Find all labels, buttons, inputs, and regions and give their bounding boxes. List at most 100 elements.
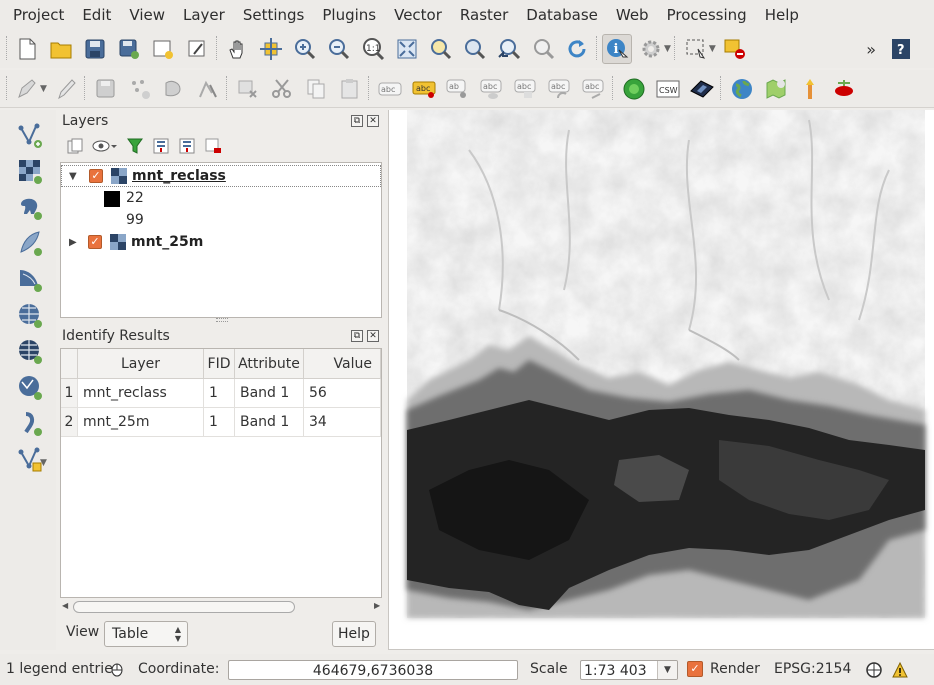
zoom-to-layer-button[interactable]	[460, 34, 490, 64]
remove-layer-button[interactable]	[202, 136, 224, 156]
pin-labels-button[interactable]: ab	[443, 74, 473, 104]
float-panel-icon[interactable]: ⧉	[351, 330, 363, 342]
new-project-button[interactable]	[12, 34, 42, 64]
scale-combobox[interactable]: 1:73 403 ▼	[580, 660, 678, 680]
zoom-full-button[interactable]	[392, 34, 422, 64]
geoprocessing-button[interactable]	[761, 74, 791, 104]
zoom-last-button[interactable]	[494, 34, 524, 64]
table-cell-layer[interactable]: mnt_25m	[78, 408, 204, 437]
float-panel-icon[interactable]: ⧉	[351, 115, 363, 127]
toolbar-handle[interactable]	[4, 76, 10, 102]
expand-all-button[interactable]	[150, 136, 172, 156]
table-cell-layer[interactable]: mnt_reclass	[78, 379, 204, 408]
crs-status-button[interactable]: EPSG:2154	[774, 654, 851, 685]
add-delimited-text-layer-button[interactable]	[14, 408, 46, 440]
column-header-fid[interactable]: FID	[204, 349, 235, 379]
help-button[interactable]: Help	[332, 621, 376, 647]
layer-item-mnt-25m[interactable]: ▶ ✓ mnt_25m	[61, 232, 381, 254]
scroll-left-icon[interactable]: ◀	[62, 601, 68, 610]
crs-globe-icon[interactable]	[865, 661, 883, 679]
toolbar-handle[interactable]	[4, 36, 10, 62]
select-features-button[interactable]	[681, 34, 711, 64]
delete-selected-button[interactable]	[233, 74, 263, 104]
add-postgis-layer-button[interactable]	[14, 192, 46, 224]
cut-features-button[interactable]	[267, 74, 297, 104]
panel-splitter[interactable]	[216, 318, 228, 322]
composer-manager-button[interactable]	[182, 34, 212, 64]
open-project-button[interactable]	[46, 34, 76, 64]
zoom-native-button[interactable]: 1:1	[358, 34, 388, 64]
manage-visibility-button[interactable]	[90, 136, 120, 156]
menu-view[interactable]: View	[120, 0, 174, 30]
paste-features-button[interactable]	[335, 74, 365, 104]
close-icon[interactable]: ✕	[367, 330, 379, 342]
column-header-value[interactable]: Value	[304, 349, 381, 379]
table-cell-attribute[interactable]: Band 1	[235, 408, 304, 437]
move-label-button[interactable]: abc	[511, 74, 541, 104]
toggle-extents-icon[interactable]	[108, 660, 126, 678]
menu-layer[interactable]: Layer	[174, 0, 234, 30]
deselect-all-button[interactable]	[720, 34, 750, 64]
pan-to-selection-button[interactable]	[256, 34, 286, 64]
toggle-editing-button[interactable]	[51, 74, 81, 104]
add-spatialite-layer-button[interactable]	[14, 228, 46, 260]
add-vector-layer-button[interactable]	[14, 120, 46, 152]
add-raster-layer-button[interactable]	[14, 156, 46, 188]
add-wcs-layer-button[interactable]	[14, 336, 46, 368]
table-cell-attribute[interactable]: Band 1	[235, 379, 304, 408]
menu-settings[interactable]: Settings	[234, 0, 314, 30]
whats-this-button[interactable]: ?	[886, 34, 916, 64]
chevron-down-icon[interactable]: ▼	[40, 458, 47, 468]
layer-visibility-checkbox[interactable]: ✓	[89, 169, 103, 183]
table-cell-fid[interactable]: 1	[204, 408, 235, 437]
plugin-tool-button[interactable]	[829, 74, 859, 104]
column-header-attribute[interactable]: Attribute	[235, 349, 304, 379]
plugin-device-button[interactable]	[687, 74, 717, 104]
toolbar-overflow-button[interactable]: »	[866, 40, 876, 59]
expand-arrow-icon[interactable]: ▶	[69, 237, 77, 248]
add-wms-layer-button[interactable]	[14, 300, 46, 332]
zoom-in-button[interactable]	[290, 34, 320, 64]
identify-features-button[interactable]: i	[602, 34, 632, 64]
menu-plugins[interactable]: Plugins	[313, 0, 385, 30]
layer-item-mnt-reclass[interactable]: ▼ ✓ mnt_reclass	[61, 165, 381, 187]
menu-processing[interactable]: Processing	[658, 0, 756, 30]
scroll-right-icon[interactable]: ▶	[374, 601, 380, 610]
copy-features-button[interactable]	[301, 74, 331, 104]
add-feature-button[interactable]	[125, 74, 155, 104]
menu-vector[interactable]: Vector	[385, 0, 451, 30]
menu-project[interactable]: Project	[4, 0, 73, 30]
view-mode-select[interactable]: Table ▲ ▼	[104, 621, 188, 647]
current-edits-button[interactable]	[12, 74, 42, 104]
filter-legend-button[interactable]	[124, 136, 146, 156]
save-project-button[interactable]	[80, 34, 110, 64]
run-feature-action-button[interactable]	[636, 34, 666, 64]
coordinate-input[interactable]: 464679,6736038	[228, 660, 518, 680]
show-hide-labels-button[interactable]: abc	[477, 74, 507, 104]
zoom-next-button[interactable]	[528, 34, 558, 64]
move-feature-button[interactable]	[159, 74, 189, 104]
table-cell-fid[interactable]: 1	[204, 379, 235, 408]
scrollbar-thumb[interactable]	[73, 601, 295, 613]
refresh-button[interactable]	[562, 34, 592, 64]
horizontal-scrollbar[interactable]: ◀ ▶	[60, 600, 382, 614]
change-label-button[interactable]: abc	[579, 74, 609, 104]
layer-visibility-checkbox[interactable]: ✓	[88, 235, 102, 249]
table-cell-value[interactable]: 56	[304, 379, 381, 408]
add-group-button[interactable]	[64, 136, 86, 156]
layer-labeling-options-button[interactable]: abc	[409, 74, 439, 104]
add-mssql-layer-button[interactable]	[14, 264, 46, 296]
openlayers-button[interactable]	[619, 74, 649, 104]
menu-edit[interactable]: Edit	[73, 0, 120, 30]
close-icon[interactable]: ✕	[367, 115, 379, 127]
menu-help[interactable]: Help	[756, 0, 808, 30]
rotate-label-button[interactable]: abc	[545, 74, 575, 104]
zoom-to-selection-button[interactable]	[426, 34, 456, 64]
node-tool-button[interactable]	[193, 74, 223, 104]
collapse-all-button[interactable]	[176, 136, 198, 156]
table-cell-value[interactable]: 34	[304, 408, 381, 437]
zoom-out-button[interactable]	[324, 34, 354, 64]
save-edits-button[interactable]	[91, 74, 121, 104]
label-toolbar-layer-button[interactable]: abc	[375, 74, 405, 104]
python-console-button[interactable]	[795, 74, 825, 104]
